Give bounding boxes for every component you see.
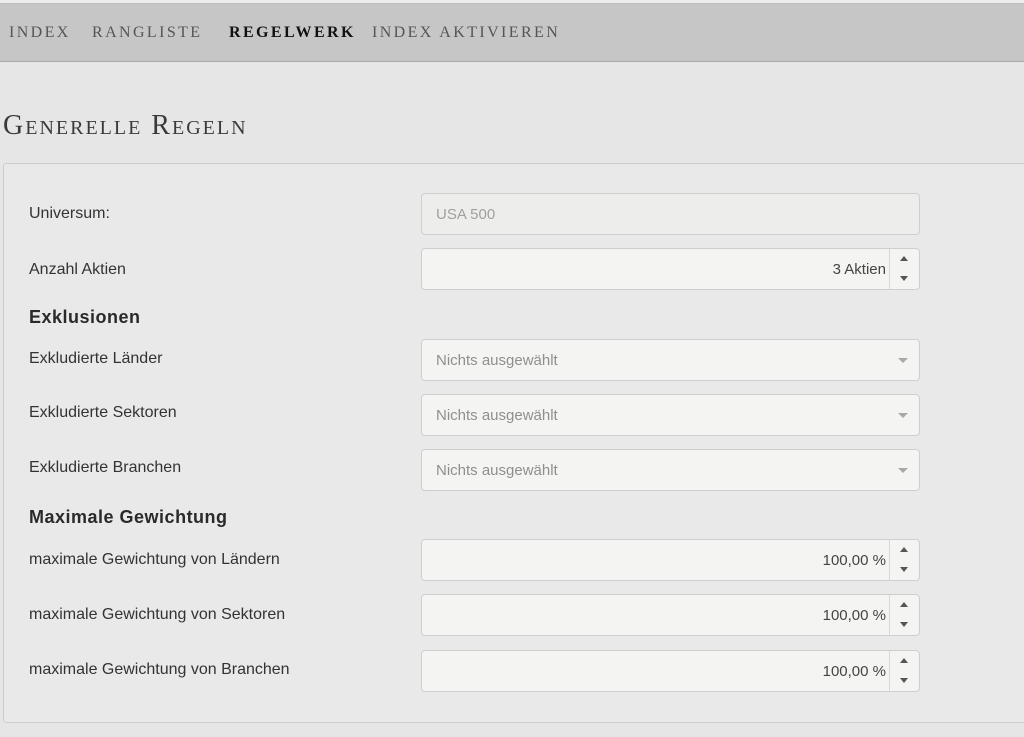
max-gewichtung-sektoren-value: 100,00 % xyxy=(822,607,886,624)
anzahl-aktien-spinner xyxy=(889,249,919,289)
rules-panel: Universum: USA 500 Anzahl Aktien 3 Aktie… xyxy=(3,163,1024,723)
anzahl-aktien-label: Anzahl Aktien xyxy=(29,261,126,278)
max-gewichtung-laender-spinner xyxy=(889,540,919,580)
nav-item-regelwerk[interactable]: REGELWERK xyxy=(229,24,356,42)
universum-label: Universum: xyxy=(29,205,110,222)
max-gewichtung-laender-value: 100,00 % xyxy=(822,552,886,569)
max-gewichtung-laender-decrement-button[interactable] xyxy=(890,560,919,580)
exkludierte-branchen-value: Nichts ausgewählt xyxy=(436,462,558,479)
universum-field: USA 500 xyxy=(421,193,920,235)
exkludierte-laender-select[interactable]: Nichts ausgewählt xyxy=(421,339,920,381)
max-gewichtung-branchen-stepper[interactable]: 100,00 % xyxy=(421,650,920,692)
caret-down-icon xyxy=(898,413,908,418)
exkludierte-laender-label: Exkludierte Länder xyxy=(29,350,163,367)
maximale-gewichtung-heading: Maximale Gewichtung xyxy=(29,507,228,527)
chevron-down-icon xyxy=(900,678,908,683)
caret-down-icon xyxy=(898,468,908,473)
max-gewichtung-branchen-increment-button[interactable] xyxy=(890,651,919,671)
anzahl-aktien-decrement-button[interactable] xyxy=(890,269,919,289)
nav-item-index-aktivieren[interactable]: INDEX AKTIVIEREN xyxy=(372,24,560,42)
chevron-up-icon xyxy=(900,256,908,261)
max-gewichtung-branchen-label: maximale Gewichtung von Branchen xyxy=(29,661,290,678)
chevron-up-icon xyxy=(900,602,908,607)
exkludierte-sektoren-label: Exkludierte Sektoren xyxy=(29,404,177,421)
chevron-down-icon xyxy=(900,622,908,627)
anzahl-aktien-value: 3 Aktien xyxy=(832,261,886,278)
max-gewichtung-sektoren-decrement-button[interactable] xyxy=(890,615,919,635)
nav-item-index[interactable]: INDEX xyxy=(9,24,71,42)
exkludierte-laender-value: Nichts ausgewählt xyxy=(436,352,558,369)
page-title: Generelle Regeln xyxy=(3,110,248,141)
max-gewichtung-sektoren-stepper[interactable]: 100,00 % xyxy=(421,594,920,636)
max-gewichtung-sektoren-increment-button[interactable] xyxy=(890,595,919,615)
max-gewichtung-laender-label: maximale Gewichtung von Ländern xyxy=(29,551,280,568)
exkludierte-sektoren-value: Nichts ausgewählt xyxy=(436,407,558,424)
max-gewichtung-branchen-decrement-button[interactable] xyxy=(890,671,919,691)
max-gewichtung-laender-increment-button[interactable] xyxy=(890,540,919,560)
chevron-up-icon xyxy=(900,658,908,663)
max-gewichtung-sektoren-spinner xyxy=(889,595,919,635)
chevron-up-icon xyxy=(900,547,908,552)
chevron-down-icon xyxy=(900,276,908,281)
max-gewichtung-branchen-spinner xyxy=(889,651,919,691)
chevron-down-icon xyxy=(900,567,908,572)
top-navigation: INDEX RANGLISTE REGELWERK INDEX AKTIVIER… xyxy=(0,4,1024,62)
universum-value: USA 500 xyxy=(436,206,496,223)
max-gewichtung-sektoren-label: maximale Gewichtung von Sektoren xyxy=(29,606,286,623)
nav-item-rangliste[interactable]: RANGLISTE xyxy=(92,24,202,42)
anzahl-aktien-stepper[interactable]: 3 Aktien xyxy=(421,248,920,290)
exklusionen-heading: Exklusionen xyxy=(29,307,141,327)
max-gewichtung-branchen-value: 100,00 % xyxy=(822,663,886,680)
caret-down-icon xyxy=(898,358,908,363)
exkludierte-sektoren-select[interactable]: Nichts ausgewählt xyxy=(421,394,920,436)
anzahl-aktien-increment-button[interactable] xyxy=(890,249,919,269)
exkludierte-branchen-select[interactable]: Nichts ausgewählt xyxy=(421,449,920,491)
max-gewichtung-laender-stepper[interactable]: 100,00 % xyxy=(421,539,920,581)
exkludierte-branchen-label: Exkludierte Branchen xyxy=(29,459,182,476)
